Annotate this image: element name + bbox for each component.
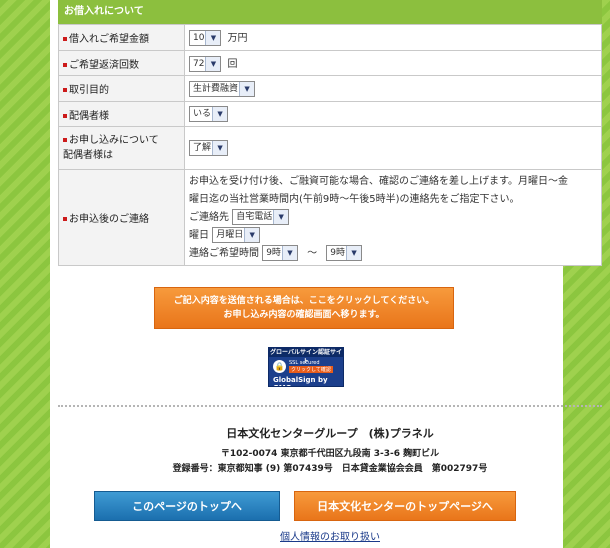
required-mark [63, 138, 67, 142]
spouse-consent-label-2: 配偶者様は [63, 150, 113, 161]
divider [58, 405, 602, 407]
contact-note-line1: お申込を受け付け後、ご融資可能な場合、確認のご連絡を差し上げます。月曜日～金 [189, 175, 568, 187]
required-mark [63, 113, 67, 118]
lock-icon: 🔒 [273, 360, 286, 373]
privacy-link[interactable]: 個人情報のお取り扱い [58, 528, 602, 543]
chevron-down-icon: ▼ [273, 209, 289, 224]
chevron-down-icon: ▼ [212, 141, 228, 155]
spouse-select[interactable]: いる ▼ [189, 106, 229, 122]
globalsign-seal[interactable]: グローバルサイン認証サイト 🔒 SSL secured クリックして確認 Glo… [268, 347, 344, 387]
chevron-down-icon: ▼ [244, 227, 260, 242]
required-mark [63, 88, 67, 92]
seal-title: グローバルサイン認証サイト [269, 348, 343, 365]
chevron-down-icon: ▼ [205, 31, 221, 45]
chevron-down-icon: ▼ [212, 107, 228, 121]
required-mark [63, 62, 67, 67]
seal-click: クリックして確認 [289, 366, 333, 373]
spouse-consent-select[interactable]: 了解 ▼ [189, 140, 229, 156]
submit-line1: ご記入内容を送信される場合は、ここをクリックしてください。 [173, 296, 435, 306]
amount-select[interactable]: 10 ▼ [189, 30, 222, 46]
time-separator: ～ [307, 247, 318, 259]
seal-brand: GlobalSign by GMO [273, 376, 328, 386]
purpose-label: 取引目的 [69, 85, 109, 96]
submit-button[interactable]: ご記入内容を送信される場合は、ここをクリックしてください。 お申し込み内容の確認… [154, 287, 454, 329]
company-registration: 登録番号：東京都知事 (9) 第07439号 日本貸金業協会会員 第002797… [172, 464, 488, 474]
day-select[interactable]: 月曜日 ▼ [212, 226, 261, 243]
required-mark [63, 37, 67, 41]
company-name: 日本文化センターグループ (株)プラネル [226, 427, 434, 440]
time-to-select[interactable]: 9時 ▼ [326, 244, 363, 261]
company-address: 〒102-0074 東京都千代田区九段南 3-3-6 麹町ビル [220, 449, 440, 459]
required-mark [63, 217, 67, 221]
purpose-select[interactable]: 生計費融資 ▼ [189, 80, 256, 97]
chevron-down-icon: ▼ [346, 245, 362, 260]
chevron-down-icon: ▼ [205, 56, 221, 71]
time-label: 連絡ご希望時間 [189, 247, 259, 259]
contact-method-select[interactable]: 自宅電話 ▼ [232, 208, 290, 225]
repayments-label: ご希望返済回数 [69, 59, 139, 71]
time-from-select[interactable]: 9時 ▼ [262, 244, 298, 261]
spouse-label: 配偶者様 [69, 110, 109, 122]
contact-method-label: ご連絡先 [189, 211, 229, 223]
spouse-consent-label-1: お申し込みについて [69, 135, 159, 146]
amount-label: 借入れご希望金額 [69, 34, 149, 45]
day-label: 曜日 [189, 229, 209, 241]
site-top-button[interactable]: 日本文化センターのトップページへ [294, 491, 516, 521]
repayments-unit: 回 [227, 58, 238, 70]
contact-label: お申込後のご連絡 [69, 214, 149, 225]
loan-form: 借入れご希望金額 10 ▼ 万円 ご希望返済回数 72 ▼ 回 取引目的 生計費融資 ▼ … [58, 24, 602, 266]
contact-note-line2: 曜日迄の当社営業時間内(午前9時～午後5時半)の連絡先をご指定下さい。 [189, 193, 520, 205]
section-title: お借入れについて [58, 0, 602, 24]
amount-unit: 万円 [227, 33, 248, 44]
submit-line2: お申し込み内容の確認画面へ移ります。 [223, 310, 385, 320]
chevron-down-icon: ▼ [281, 245, 297, 260]
page-top-button[interactable]: このページのトップへ [94, 491, 280, 521]
chevron-down-icon: ▼ [239, 81, 255, 96]
main-panel: お借入れについて 借入れご希望金額 10 ▼ 万円 ご希望返済回数 72 ▼ 回 取引目… [50, 0, 602, 548]
repayments-select[interactable]: 72 ▼ [189, 55, 222, 72]
